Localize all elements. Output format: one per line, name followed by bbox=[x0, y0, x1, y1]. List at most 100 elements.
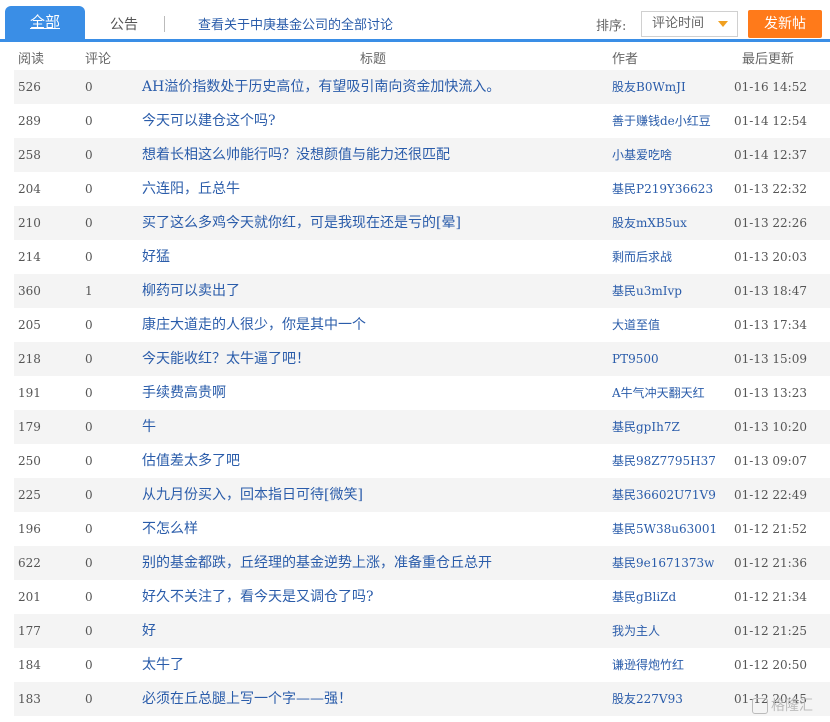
table-header: 阅读 评论 标题 作者 最后更新 bbox=[0, 42, 830, 70]
row-title-link[interactable]: 别的基金都跌，丘经理的基金逆势上涨，准备重仓丘总开 bbox=[142, 546, 492, 580]
row-updated-time: 01-12 22:49 bbox=[734, 488, 807, 502]
row-author-link[interactable]: 谦逊得炮竹红 bbox=[612, 648, 684, 682]
row-author-link[interactable]: 基民u3mIvp bbox=[612, 274, 682, 308]
row-author-link[interactable]: 基民gBliZd bbox=[612, 580, 676, 614]
row-read-count: 289 bbox=[18, 114, 41, 128]
discussion-page: 全部 公告 查看关于中庚基金公司的全部讨论 排序: 评论时间 发新帖 阅读 评论… bbox=[0, 0, 830, 722]
row-title-link[interactable]: 估值差太多了吧 bbox=[142, 444, 240, 478]
row-author-link[interactable]: 基民36602U71V9 bbox=[612, 478, 716, 512]
company-discussion-link[interactable]: 查看关于中庚基金公司的全部讨论 bbox=[198, 14, 393, 33]
row-author-link[interactable]: 大道至值 bbox=[612, 308, 660, 342]
row-read-count: 214 bbox=[18, 250, 41, 264]
row-title-link[interactable]: 必须在丘总腿上写一个字——强！ bbox=[142, 682, 352, 716]
row-updated-time: 01-14 12:37 bbox=[734, 148, 807, 162]
row-title-link[interactable]: 从九月份买入，回本指日可待[微笑] bbox=[142, 478, 363, 512]
row-title-link[interactable]: 好久不关注了，看今天是又调仓了吗? bbox=[142, 580, 374, 614]
row-read-count: 250 bbox=[18, 454, 41, 468]
row-updated-time: 01-13 17:34 bbox=[734, 318, 807, 332]
row-author-link[interactable]: A牛气冲天翻天红 bbox=[612, 376, 705, 410]
table-row: 360 1 柳药可以卖出了 基民u3mIvp 01-13 18:47 bbox=[0, 274, 830, 308]
row-comment-count: 0 bbox=[85, 182, 93, 196]
table-row: 191 0 手续费高贵啊 A牛气冲天翻天红 01-13 13:23 bbox=[0, 376, 830, 410]
row-read-count: 258 bbox=[18, 148, 41, 162]
row-comment-count: 0 bbox=[85, 488, 93, 502]
row-author-link[interactable]: 股友mXB5ux bbox=[612, 206, 687, 240]
table-row: 179 0 牛 基民gpIh7Z 01-13 10:20 bbox=[0, 410, 830, 444]
table-row: 183 0 必须在丘总腿上写一个字——强！ 股友227V93 01-12 20:45 bbox=[0, 682, 830, 716]
row-comment-count: 0 bbox=[85, 658, 93, 672]
row-title-link[interactable]: 太牛了 bbox=[142, 648, 184, 682]
row-comment-count: 0 bbox=[85, 522, 93, 536]
row-updated-time: 01-13 09:07 bbox=[734, 454, 807, 468]
post-list: 526 0 AH溢价指数处于历史高位，有望吸引南向资金加快流入。 股友B0WmJI 01… bbox=[0, 70, 830, 716]
row-read-count: 183 bbox=[18, 692, 41, 706]
row-updated-time: 01-12 21:36 bbox=[734, 556, 807, 570]
table-row: 218 0 今天能收红？太牛逼了吧！ PT9500 01-13 15:09 bbox=[0, 342, 830, 376]
header-read: 阅读 bbox=[18, 52, 45, 67]
table-row: 204 0 六连阳，丘总牛 基民P219Y36623 01-13 22:32 bbox=[0, 172, 830, 206]
row-comment-count: 0 bbox=[85, 250, 93, 264]
row-updated-time: 01-13 13:23 bbox=[734, 386, 807, 400]
table-row: 214 0 好猛 剩而后求战 01-13 20:03 bbox=[0, 240, 830, 274]
row-author-link[interactable]: 基民9e1671373w bbox=[612, 546, 714, 580]
row-comment-count: 0 bbox=[85, 590, 93, 604]
row-title-link[interactable]: 牛 bbox=[142, 410, 156, 444]
row-title-link[interactable]: 今天可以建仓这个吗? bbox=[142, 104, 276, 138]
row-updated-time: 01-14 12:54 bbox=[734, 114, 807, 128]
tab-divider bbox=[164, 16, 165, 32]
sort-label: 排序: bbox=[596, 19, 627, 34]
tab-notice[interactable]: 公告 bbox=[110, 14, 138, 34]
new-post-button[interactable]: 发新帖 bbox=[748, 10, 822, 38]
row-title-link[interactable]: 买了这么多鸡今天就你红，可是我现在还是亏的[晕] bbox=[142, 206, 461, 240]
row-author-link[interactable]: PT9500 bbox=[612, 342, 659, 376]
row-title-link[interactable]: 柳药可以卖出了 bbox=[142, 274, 240, 308]
row-title-link[interactable]: AH溢价指数处于历史高位，有望吸引南向资金加快流入。 bbox=[142, 70, 500, 104]
row-updated-time: 01-12 20:50 bbox=[734, 658, 807, 672]
row-author-link[interactable]: 基民98Z7795H37 bbox=[612, 444, 716, 478]
row-author-link[interactable]: 基民5W38u63001 bbox=[612, 512, 717, 546]
watermark-text: 格隆汇 bbox=[771, 698, 813, 714]
row-read-count: 201 bbox=[18, 590, 41, 604]
row-author-link[interactable]: 基民P219Y36623 bbox=[612, 172, 713, 206]
row-updated-time: 01-13 20:03 bbox=[734, 250, 807, 264]
sort-selected-value: 评论时间 bbox=[652, 16, 705, 31]
table-row: 526 0 AH溢价指数处于历史高位，有望吸引南向资金加快流入。 股友B0WmJI 01… bbox=[0, 70, 830, 104]
row-title-link[interactable]: 好 bbox=[142, 614, 156, 648]
watermark-logo-icon bbox=[752, 698, 768, 714]
row-author-link[interactable]: 股友B0WmJI bbox=[612, 70, 686, 104]
row-updated-time: 01-13 10:20 bbox=[734, 420, 807, 434]
caret-down-icon bbox=[718, 21, 728, 27]
row-title-link[interactable]: 六连阳，丘总牛 bbox=[142, 172, 240, 206]
row-title-link[interactable]: 手续费高贵啊 bbox=[142, 376, 226, 410]
table-row: 196 0 不怎么样 基民5W38u63001 01-12 21:52 bbox=[0, 512, 830, 546]
row-read-count: 205 bbox=[18, 318, 41, 332]
row-read-count: 191 bbox=[18, 386, 41, 400]
row-author-link[interactable]: 基民gpIh7Z bbox=[612, 410, 680, 444]
row-read-count: 179 bbox=[18, 420, 41, 434]
row-updated-time: 01-13 22:32 bbox=[734, 182, 807, 196]
row-author-link[interactable]: 善于赚钱de小红豆 bbox=[612, 104, 711, 138]
sort-select[interactable]: 评论时间 bbox=[641, 11, 738, 37]
row-comment-count: 0 bbox=[85, 80, 93, 94]
row-author-link[interactable]: 股友227V93 bbox=[612, 682, 683, 716]
row-comment-count: 0 bbox=[85, 352, 93, 366]
row-title-link[interactable]: 想着长相这么帅能行吗？没想颜值与能力还很匹配 bbox=[142, 138, 450, 172]
row-title-link[interactable]: 今天能收红？太牛逼了吧！ bbox=[142, 342, 310, 376]
row-comment-count: 0 bbox=[85, 420, 93, 434]
row-comment-count: 0 bbox=[85, 624, 93, 638]
row-author-link[interactable]: 我为主人 bbox=[612, 614, 660, 648]
row-read-count: 196 bbox=[18, 522, 41, 536]
row-title-link[interactable]: 康庄大道走的人很少，你是其中一个 bbox=[142, 308, 366, 342]
row-read-count: 184 bbox=[18, 658, 41, 672]
tab-all[interactable]: 全部 bbox=[5, 6, 85, 39]
row-title-link[interactable]: 好猛 bbox=[142, 240, 170, 274]
tab-bar: 全部 公告 查看关于中庚基金公司的全部讨论 排序: 评论时间 发新帖 bbox=[0, 0, 830, 42]
row-read-count: 218 bbox=[18, 352, 41, 366]
row-read-count: 360 bbox=[18, 284, 41, 298]
row-title-link[interactable]: 不怎么样 bbox=[142, 512, 198, 546]
table-row: 258 0 想着长相这么帅能行吗？没想颜值与能力还很匹配 小基爱吃啥 01-14 12:… bbox=[0, 138, 830, 172]
table-row: 184 0 太牛了 谦逊得炮竹红 01-12 20:50 bbox=[0, 648, 830, 682]
row-read-count: 204 bbox=[18, 182, 41, 196]
row-author-link[interactable]: 小基爱吃啥 bbox=[612, 138, 672, 172]
row-author-link[interactable]: 剩而后求战 bbox=[612, 240, 672, 274]
